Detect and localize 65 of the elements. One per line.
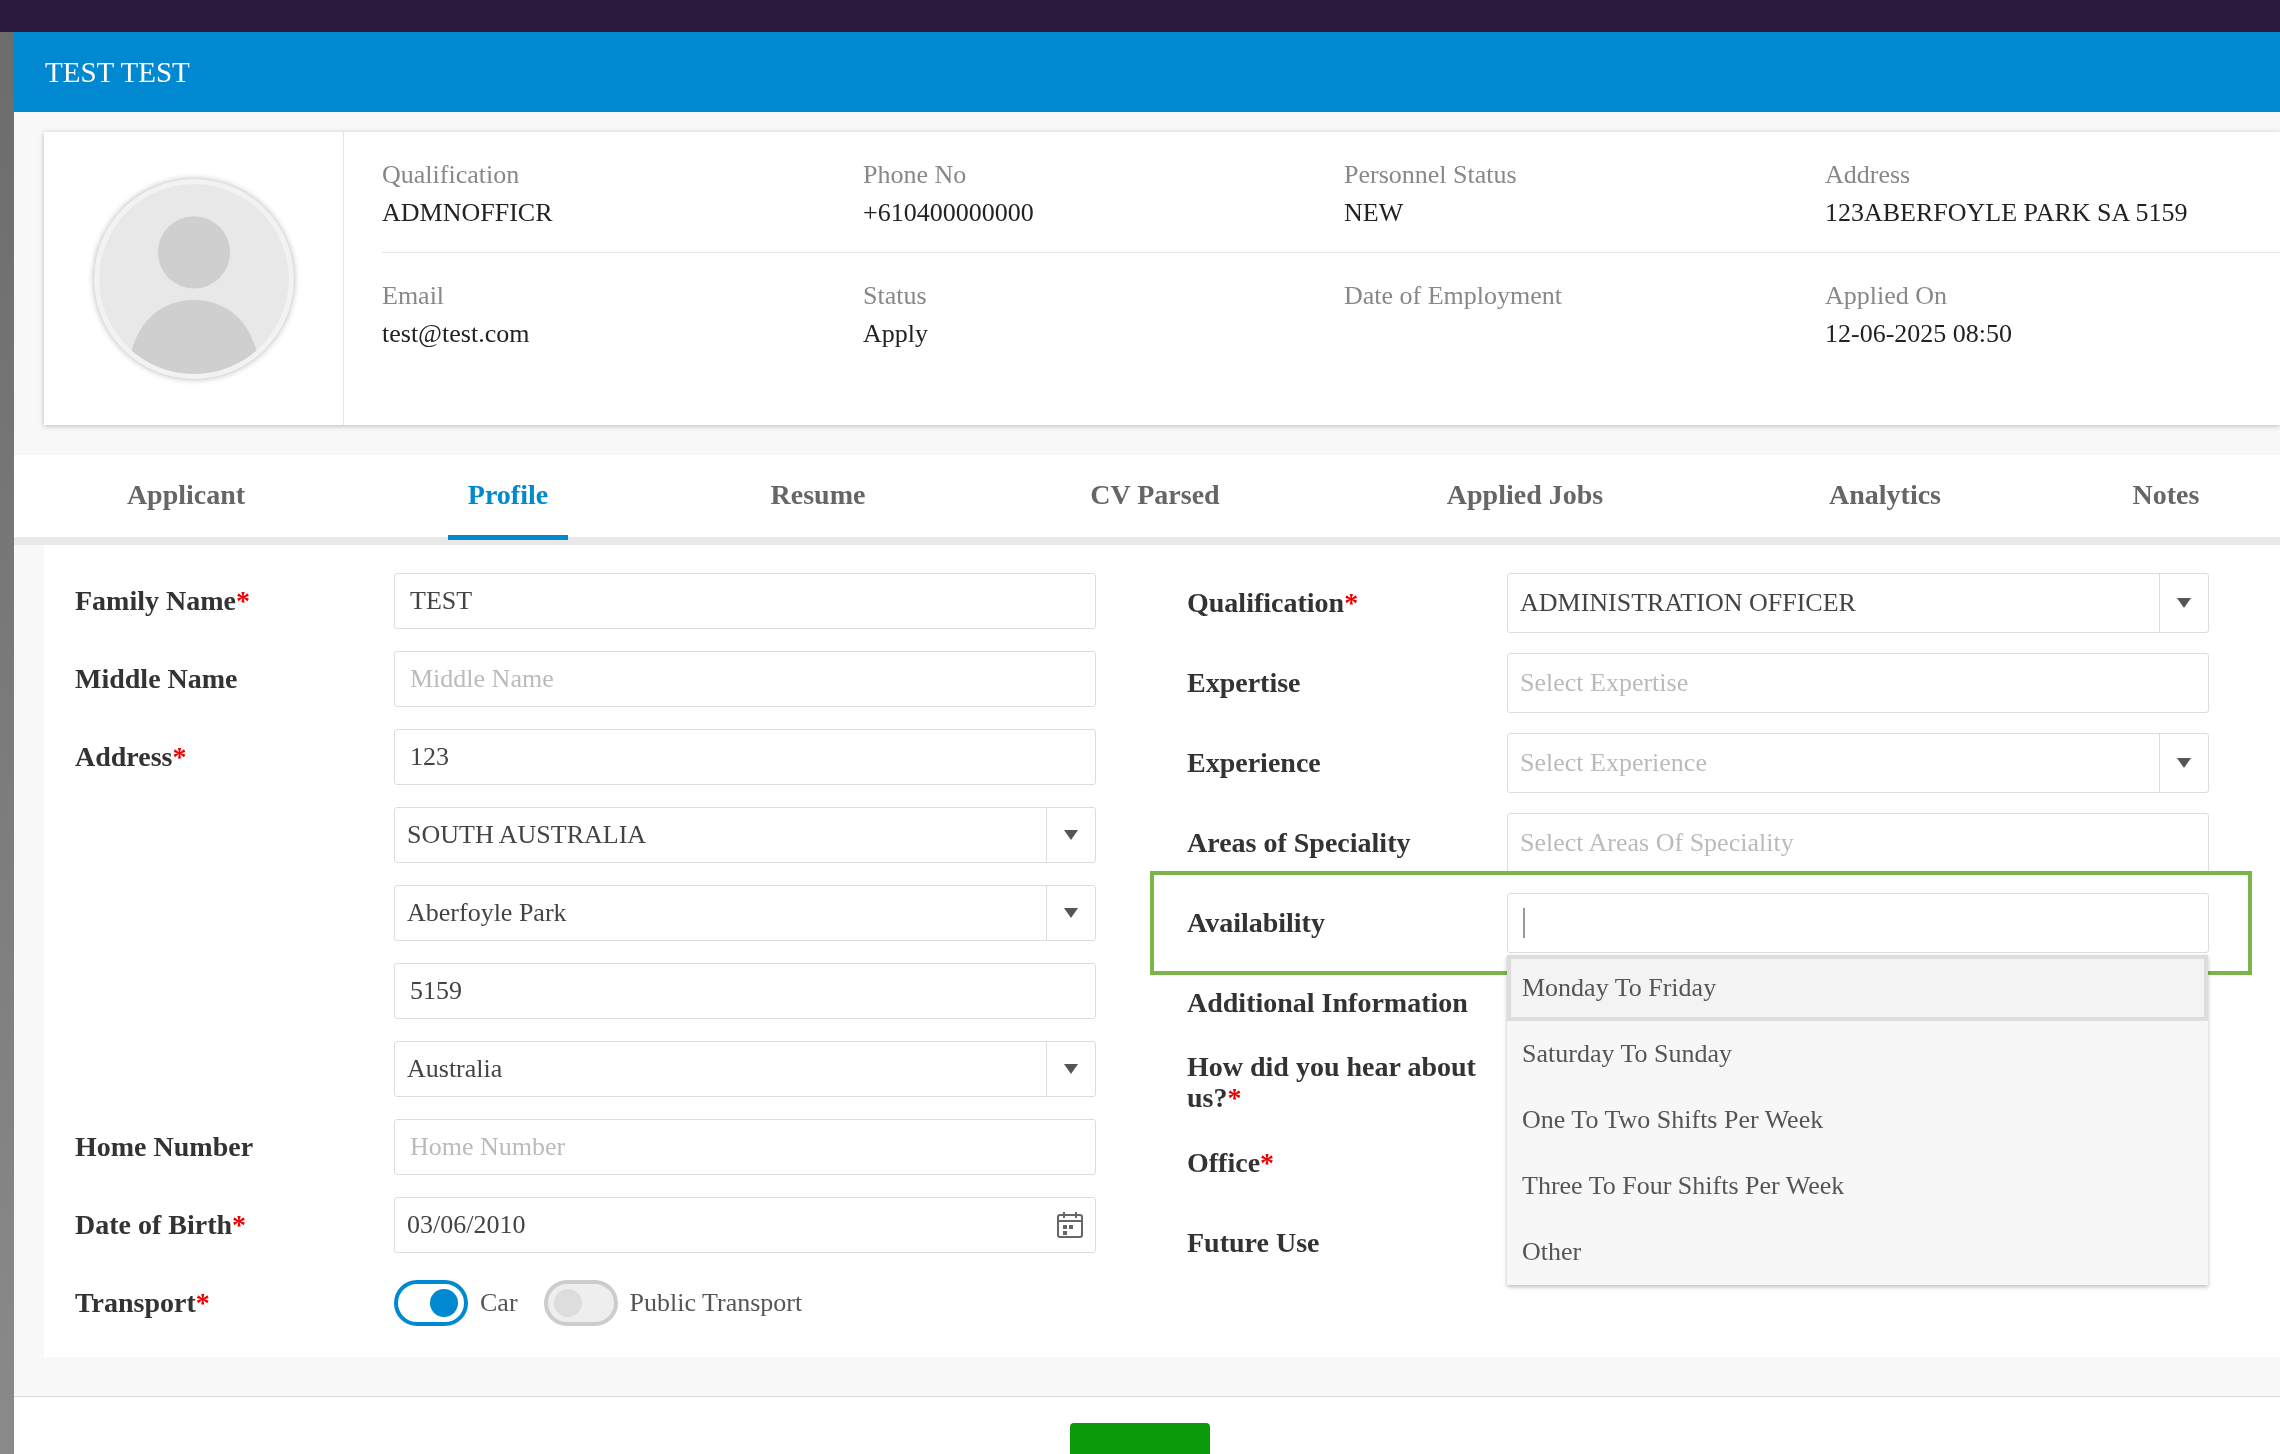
tab[interactable]: Notes [2112, 455, 2220, 540]
caret-icon [1064, 908, 1078, 918]
info-label: Applied On [1825, 281, 1948, 311]
info-value: NEW [1344, 198, 1404, 228]
info-label: Email [382, 281, 445, 311]
caret-icon [2177, 758, 2191, 768]
tab[interactable]: Analytics [1809, 455, 1961, 540]
dropdown-field[interactable]: Aberfoyle Park [394, 885, 1096, 941]
field-label: Office* [1187, 1146, 1275, 1178]
toggle-switch[interactable] [394, 1280, 468, 1326]
dropdown-option[interactable]: Other [1507, 1219, 2208, 1285]
info-label: Personnel Status [1344, 160, 1517, 190]
field-label: Availability [1187, 906, 1325, 938]
search-field[interactable] [1507, 893, 2209, 953]
caret-icon [1064, 1064, 1078, 1074]
caret-icon [2177, 598, 2191, 608]
text-field[interactable]: Middle Name [394, 651, 1096, 707]
window-title: TEST TEST [45, 55, 190, 89]
info-value: +610400000000 [863, 198, 1034, 228]
text-field[interactable]: Home Number [394, 1119, 1096, 1175]
tab[interactable]: Resume [750, 455, 886, 540]
info-value: 123ABERFOYLE PARK SA 5159 [1825, 198, 2188, 228]
dropdown-field[interactable]: SOUTH AUSTRALIA [394, 807, 1096, 863]
field-label: How did you hear about us?* [1187, 1051, 1476, 1113]
date-field[interactable]: 03/06/2010 [394, 1197, 1096, 1253]
text-field[interactable]: 123 [394, 729, 1096, 785]
caret-icon [1064, 830, 1078, 840]
info-label: Address [1825, 160, 1911, 190]
info-value: Apply [863, 319, 928, 349]
dropdown-field[interactable]: ADMINISTRATION OFFICER [1507, 573, 2209, 633]
dropdown-option[interactable]: Saturday To Sunday [1507, 1021, 2208, 1087]
info-label: Qualification [382, 160, 520, 190]
field-label: Areas of Speciality [1187, 826, 1411, 858]
field-label: Address* [75, 740, 187, 772]
field-label: Middle Name [75, 662, 238, 694]
tab[interactable]: Profile [447, 455, 569, 540]
action-button[interactable] [1070, 1423, 1210, 1454]
tab[interactable]: Applied Jobs [1426, 455, 1624, 540]
text-field[interactable]: 5159 [394, 963, 1096, 1019]
toggle-label: Car [480, 1288, 518, 1318]
field-label: Home Number [75, 1130, 254, 1162]
info-value: test@test.com [382, 319, 530, 349]
info-value: ADMNOFFICR [382, 198, 553, 228]
text-field[interactable]: TEST [394, 573, 1096, 629]
field-label: Future Use [1187, 1226, 1320, 1258]
field-label: Date of Birth* [75, 1208, 247, 1240]
field-label: Transport* [75, 1286, 210, 1318]
field-label: Additional Information [1187, 986, 1468, 1018]
tab[interactable]: CV Parsed [1070, 455, 1240, 540]
field-label: Expertise [1187, 666, 1301, 698]
dropdown-field[interactable]: Australia [394, 1041, 1096, 1097]
tab[interactable]: Applicant [106, 455, 266, 540]
field-label: Qualification* [1187, 586, 1359, 618]
dropdown-option[interactable]: Monday To Friday [1507, 955, 2208, 1021]
info-label: Date of Employment [1344, 281, 1563, 311]
calendar-icon [1055, 1210, 1085, 1240]
info-label: Status [863, 281, 927, 311]
dropdown-option[interactable]: Three To Four Shifts Per Week [1507, 1153, 2208, 1219]
toggle-label: Public Transport [629, 1288, 803, 1318]
dropdown-option[interactable]: One To Two Shifts Per Week [1507, 1087, 2208, 1153]
toggle-switch[interactable] [543, 1280, 618, 1326]
field-label: Experience [1187, 746, 1321, 778]
info-label: Phone No [863, 160, 967, 190]
field-label: Family Name* [75, 584, 250, 616]
info-value: 12-06-2025 08:50 [1825, 319, 2013, 349]
